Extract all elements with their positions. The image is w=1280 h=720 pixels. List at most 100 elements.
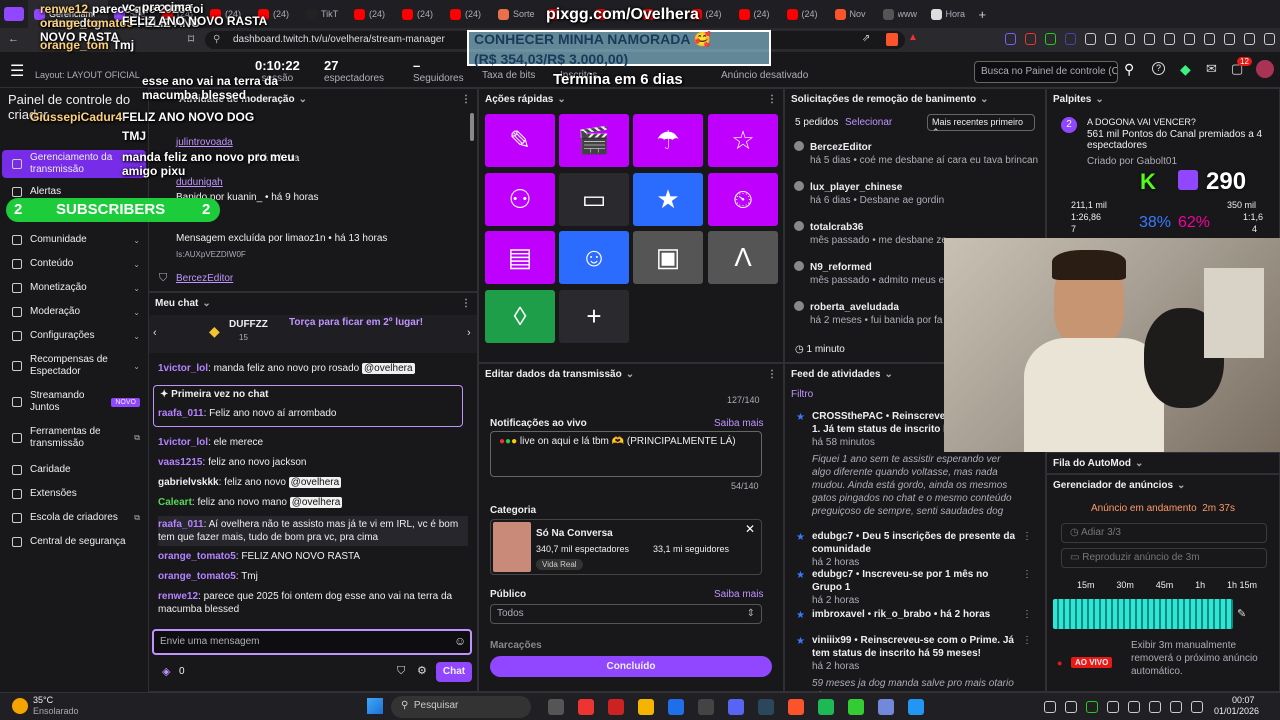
- feed-user[interactable]: edubgc7: [812, 531, 853, 542]
- quick-action-star-filled[interactable]: ★: [633, 173, 703, 226]
- chevron-left-icon[interactable]: ‹: [153, 327, 157, 339]
- extension-icon[interactable]: [1184, 33, 1196, 45]
- extension-icon[interactable]: [1224, 33, 1236, 45]
- browser-tab[interactable]: (24): [396, 0, 444, 28]
- chat-username[interactable]: renwe12: [158, 591, 198, 602]
- tray-icon[interactable]: [1107, 701, 1119, 713]
- chat-message[interactable]: 1victor_lol: manda feliz ano novo pro ro…: [158, 362, 468, 375]
- chat-message[interactable]: orange_tomato5: FELIZ ANO NOVO RASTA: [158, 550, 468, 563]
- snooze-ad-button[interactable]: ◷ Adiar 3/3: [1061, 523, 1267, 543]
- extension-icon[interactable]: [1164, 33, 1176, 45]
- avatar[interactable]: [1256, 60, 1274, 78]
- unban-user[interactable]: roberta_aveludada: [810, 302, 899, 313]
- chat-message[interactable]: vaas1215: feliz ano novo jackson: [158, 456, 468, 469]
- feed-filter[interactable]: Filtro: [791, 389, 813, 400]
- browser-tab[interactable]: Hora: [925, 0, 973, 28]
- sidebar-item-content[interactable]: Conteúdo ⌄: [12, 258, 140, 270]
- run-ad-button[interactable]: ▭ Reproduzir anúncio de 3m: [1061, 548, 1267, 568]
- taskbar-app-icon[interactable]: [548, 699, 564, 715]
- chat-mention[interactable]: @ovelhera: [362, 363, 415, 374]
- edit-icon[interactable]: ✎: [1237, 607, 1246, 620]
- quick-action-logo[interactable]: Ʌ: [708, 231, 778, 284]
- audience-select[interactable]: Todos ⇕: [490, 604, 762, 624]
- close-icon[interactable]: ✕: [745, 522, 755, 536]
- tray-icon[interactable]: [1065, 701, 1077, 713]
- chevron-down-icon[interactable]: ⌄: [133, 332, 140, 341]
- hamburger-menu-icon[interactable]: ☰: [10, 61, 24, 81]
- more-icon[interactable]: ⋮: [461, 94, 471, 105]
- browser-tab[interactable]: (24): [733, 0, 781, 28]
- chevron-down-icon[interactable]: ⌄: [133, 308, 140, 317]
- more-icon[interactable]: ⋮: [461, 298, 471, 309]
- select-link[interactable]: Selecionar: [845, 117, 892, 128]
- search-icon[interactable]: ⚲: [1124, 61, 1134, 78]
- chevron-down-icon[interactable]: ⌄: [557, 94, 565, 105]
- sidebar-item-reward[interactable]: Recompensas de Espectador ⌄: [12, 354, 140, 378]
- quick-action-umbrella[interactable]: ☂: [633, 114, 703, 167]
- quick-action-add[interactable]: +: [559, 290, 629, 343]
- unban-request[interactable]: BercezEditor há 5 dias • coé me desbane a…: [794, 141, 1038, 167]
- chevron-down-icon[interactable]: ⌄: [202, 298, 210, 309]
- extension-icon[interactable]: [1024, 33, 1036, 45]
- feed-user[interactable]: imbroxavel: [812, 609, 865, 620]
- points-icon[interactable]: ◈: [162, 665, 170, 678]
- sidebar-item-tools[interactable]: Ferramentas de transmissão ⧉: [12, 426, 140, 450]
- chat-message[interactable]: 1victor_lol: ele merece: [158, 436, 468, 449]
- more-icon[interactable]: ⋮: [767, 369, 777, 380]
- feed-user[interactable]: CROSSthePAC: [812, 411, 883, 422]
- extension-icon[interactable]: [1064, 33, 1076, 45]
- taskbar-app-icon[interactable]: [668, 699, 684, 715]
- feed-user[interactable]: edubgc7: [812, 569, 853, 580]
- extension-icon[interactable]: [1124, 33, 1136, 45]
- taskbar-search[interactable]: ⚲ Pesquisar: [391, 696, 531, 718]
- sidebar-item-gear[interactable]: Configurações ⌄: [12, 330, 140, 342]
- unban-request[interactable]: lux_player_chinese há 6 dias • Desbane ae…: [794, 181, 1038, 207]
- browser-tab[interactable]: Nov: [829, 0, 877, 28]
- new-tab-icon[interactable]: +: [979, 7, 987, 22]
- chat-username[interactable]: 1victor_lol: [158, 437, 208, 448]
- extension-icon[interactable]: [1204, 33, 1216, 45]
- chevron-down-icon[interactable]: ⌄: [133, 284, 140, 293]
- chat-settings-icon[interactable]: ⚙: [417, 664, 427, 677]
- taskbar-app-icon[interactable]: [578, 699, 594, 715]
- quick-action-timer[interactable]: ⏲: [708, 173, 778, 226]
- extension-icon[interactable]: [1005, 33, 1016, 45]
- taskbar-app-icon[interactable]: [698, 699, 714, 715]
- chevron-down-icon[interactable]: ⌄: [1177, 480, 1185, 491]
- pinned-user[interactable]: DUFFZZ: [229, 319, 268, 330]
- tray-icon[interactable]: [1044, 701, 1056, 713]
- quick-action-layout[interactable]: ▤: [485, 231, 555, 284]
- mod-entry-user[interactable]: dudunigah: [176, 177, 223, 188]
- sidebar-item-money[interactable]: Monetização ⌄: [12, 282, 140, 294]
- back-icon[interactable]: ←: [8, 33, 19, 45]
- layout-label[interactable]: Layout: LAYOUT OFICIAL: [35, 70, 140, 80]
- learn-more-link[interactable]: Saiba mais: [714, 589, 763, 600]
- external-link-icon[interactable]: ⧉: [134, 433, 140, 443]
- unban-user[interactable]: totalcrab36: [810, 222, 863, 233]
- chevron-down-icon[interactable]: ⌄: [626, 369, 634, 380]
- unban-user[interactable]: lux_player_chinese: [810, 182, 902, 193]
- mod-shield-icon[interactable]: ⛉: [397, 665, 405, 678]
- chat-username[interactable]: raafa_011: [158, 519, 204, 530]
- learn-more-link[interactable]: Saiba mais: [714, 418, 763, 429]
- feed-item[interactable]: ★ edubgc7 • Deu 5 inscrições de presente …: [796, 530, 1032, 569]
- taskbar-app-icon[interactable]: [848, 699, 864, 715]
- sidebar-item-alert[interactable]: Alertas: [12, 186, 140, 198]
- chat-message[interactable]: Caleart: feliz ano novo mano @ovelhera: [158, 496, 468, 509]
- quick-action-camera[interactable]: ▭: [559, 173, 629, 226]
- sort-select[interactable]: Mais recentes primeiro ⌃: [927, 114, 1035, 137]
- inbox-icon[interactable]: ✉: [1206, 61, 1217, 77]
- quick-action-clip[interactable]: 🎬: [559, 114, 629, 167]
- chat-username[interactable]: vaas1215: [158, 457, 203, 468]
- unban-user[interactable]: BercezEditor: [810, 142, 872, 153]
- sidebar-item-together[interactable]: Streamando Juntos NOVO: [12, 390, 140, 414]
- extension-icon[interactable]: [1104, 33, 1116, 45]
- chat-message[interactable]: gabrielvskkk: feliz ano novo @ovelhera: [158, 476, 468, 489]
- tray-icon[interactable]: [1149, 701, 1161, 713]
- chevron-down-icon[interactable]: ⌄: [1095, 94, 1103, 105]
- chevron-down-icon[interactable]: ⌄: [1135, 458, 1143, 469]
- extension-icon[interactable]: [1044, 33, 1056, 45]
- external-link-icon[interactable]: ⧉: [134, 513, 140, 523]
- extension-icon[interactable]: [1244, 33, 1255, 45]
- scrollbar[interactable]: [470, 113, 474, 141]
